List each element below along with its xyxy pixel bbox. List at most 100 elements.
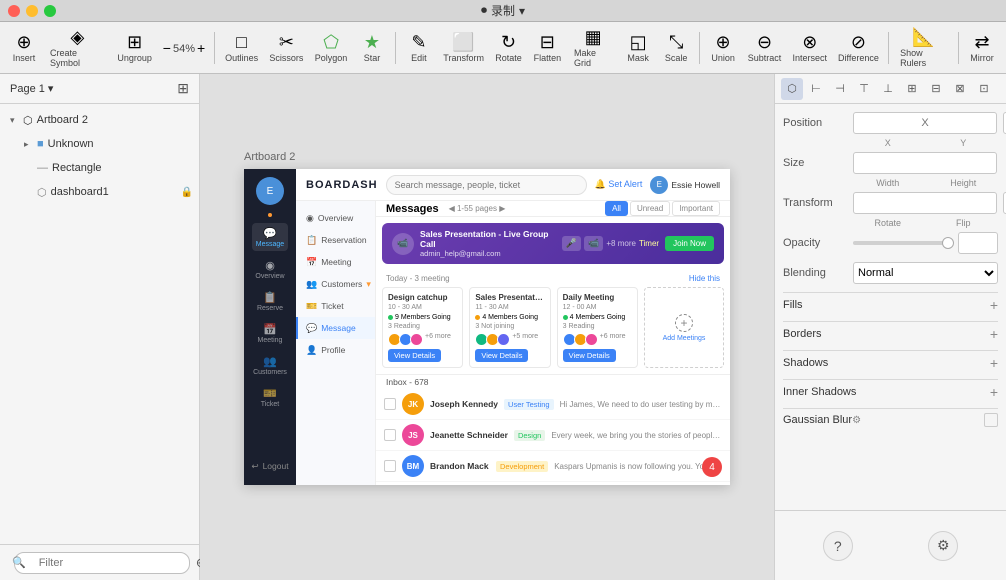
rt-distribute-h-btn[interactable]: ⊥ <box>877 78 899 100</box>
toolbar-flatten[interactable]: ⊟ Flatten <box>529 30 566 66</box>
bs-check-1[interactable] <box>384 429 396 441</box>
rt-align-middle-btn[interactable]: ⊟ <box>925 78 947 100</box>
fills-add-icon[interactable]: + <box>990 297 998 313</box>
toolbar-outlines[interactable]: □ Outlines <box>220 30 262 66</box>
toolbar-star[interactable]: ★ Star <box>354 30 390 66</box>
bs-nav-reservation[interactable]: 📋 Reserve <box>252 287 288 315</box>
gaussian-blur-section[interactable]: Gaussian Blur ⚙ <box>783 408 998 431</box>
bs-alert-btn[interactable]: 🔔 Set Alert <box>595 179 643 190</box>
shadows-add-icon[interactable]: + <box>990 355 998 371</box>
bs-nav-li-message[interactable]: 💬Message <box>296 317 375 339</box>
fullscreen-button[interactable] <box>44 5 56 17</box>
toolbar-insert[interactable]: ⊕ Insert <box>6 30 42 66</box>
toolbar-difference[interactable]: ⊘ Difference <box>834 30 884 66</box>
borders-section[interactable]: Borders + <box>783 321 998 346</box>
canvas[interactable]: Artboard 2 E 💬 Message ◉ Overvie <box>200 74 774 580</box>
bs-inbox-item-1[interactable]: JS Jeanette Schneider Design Every week,… <box>376 420 730 451</box>
rt-align-right-btn[interactable]: ⊤ <box>853 78 875 100</box>
rt-align-center-h-btn[interactable]: ⊣ <box>829 78 851 100</box>
bs-view-btn-2[interactable]: View Details <box>563 349 616 362</box>
bs-nav-li-meeting[interactable]: 📅Meeting <box>296 251 375 273</box>
dropdown-icon[interactable]: ▾ <box>519 4 525 18</box>
toolbar-mask[interactable]: ◱ Mask <box>620 30 656 66</box>
artboard[interactable]: E 💬 Message ◉ Overview 📋 Reserve <box>244 169 730 485</box>
bs-nav-li-ticket[interactable]: 🎫Ticket <box>296 295 375 317</box>
toolbar-intersect[interactable]: ⊗ Intersect <box>788 30 832 66</box>
bs-tab-all[interactable]: All <box>605 201 628 216</box>
bs-nav-customers[interactable]: 👥 Customers <box>252 351 288 379</box>
inner-shadows-add-icon[interactable]: + <box>990 384 998 400</box>
gaussian-blur-checkbox[interactable] <box>984 413 998 427</box>
opacity-thumb[interactable] <box>942 237 954 249</box>
bs-meeting-card-1[interactable]: Sales Presentation 11 - 30 AM 4 Members … <box>469 287 550 368</box>
bs-inbox-item-2[interactable]: BM Brandon Mack Development Kaspars Upma… <box>376 451 730 482</box>
rotate-input[interactable] <box>853 192 997 214</box>
bs-nav-message[interactable]: 💬 Message <box>252 223 288 251</box>
add-page-icon[interactable]: ⊞ <box>177 80 189 97</box>
width-input[interactable] <box>853 152 997 174</box>
bs-tab-important[interactable]: Important <box>672 201 720 216</box>
rt-align-bottom-btn[interactable]: ⊠ <box>949 78 971 100</box>
bs-search-input[interactable] <box>386 175 587 195</box>
toolbar-union[interactable]: ⊕ Union <box>705 30 741 66</box>
bs-view-btn-0[interactable]: View Details <box>388 349 441 362</box>
toolbar-mirror[interactable]: ⇄ Mirror <box>964 30 1000 66</box>
bs-nav-li-overview[interactable]: ◉Overview <box>296 207 375 229</box>
rt-distribute-v-btn[interactable]: ⊡ <box>973 78 995 100</box>
borders-add-icon[interactable]: + <box>990 326 998 342</box>
toolbar-zoom[interactable]: − 54% + <box>158 38 209 58</box>
filter-input[interactable] <box>14 552 190 574</box>
page-title[interactable]: Page 1 ▾ <box>10 82 53 95</box>
bs-meeting-card-2[interactable]: Daily Meeting 12 - 00 AM 4 Members Going… <box>557 287 638 368</box>
toolbar-subtract[interactable]: ⊖ Subtract <box>743 30 786 66</box>
bs-meeting-card-0[interactable]: Design catchup 10 - 30 AM 9 Members Goin… <box>382 287 463 368</box>
page-dropdown-icon[interactable]: ▾ <box>48 82 54 95</box>
gaussian-blur-settings-icon[interactable]: ⚙ <box>852 415 861 426</box>
rt-align-left-btn[interactable]: ⊢ <box>805 78 827 100</box>
bs-fab-button[interactable]: 4 <box>702 457 722 477</box>
close-button[interactable] <box>8 5 20 17</box>
rt-select-btn[interactable]: ⬡ <box>781 78 803 100</box>
toolbar-create-symbol[interactable]: ◈ Create Symbol <box>44 25 111 71</box>
layer-item-unknown[interactable]: ▸ ■ Unknown <box>0 132 199 156</box>
blending-select[interactable]: Normal Multiply Screen Overlay <box>853 262 998 284</box>
opacity-slider[interactable] <box>853 241 952 245</box>
bs-nav-ticket[interactable]: 🎫 Ticket <box>252 383 288 411</box>
bs-inbox-item-3[interactable]: FM Frank Malone Meeting with Jack Hi Jam… <box>376 482 730 485</box>
bs-nav-li-profile[interactable]: 👤Profile <box>296 339 375 361</box>
toolbar-ungroup[interactable]: ⊞ Ungroup <box>113 30 157 66</box>
bs-nav-meeting[interactable]: 📅 Meeting <box>252 319 288 347</box>
inner-shadows-section[interactable]: Inner Shadows + <box>783 379 998 404</box>
toolbar-show-rulers[interactable]: 📐 Show Rulers <box>894 25 953 71</box>
layer-item-dashboard1[interactable]: ▸ ⬡ dashboard1 🔒 <box>0 180 199 204</box>
opacity-value[interactable] <box>958 232 998 254</box>
bs-nav-li-customers[interactable]: 👥Customers ▾ <box>296 273 375 295</box>
layer-item-rectangle[interactable]: ▸ — Rectangle <box>0 156 199 180</box>
bs-tab-unread[interactable]: Unread <box>630 201 670 216</box>
bs-nav-li-reservation[interactable]: 📋Reservation <box>296 229 375 251</box>
toolbar-make-grid[interactable]: ▦ Make Grid <box>568 25 618 71</box>
toolbar-transform[interactable]: ⬜ Transform <box>439 30 488 66</box>
shadows-section[interactable]: Shadows + <box>783 350 998 375</box>
bs-hide-label[interactable]: Hide this <box>689 274 720 283</box>
minimize-button[interactable] <box>26 5 38 17</box>
toolbar-scale[interactable]: ⤡ Scale <box>658 30 694 66</box>
layer-item-artboard2[interactable]: ▾ ⬡ Artboard 2 <box>0 108 199 132</box>
bs-view-btn-1[interactable]: View Details <box>475 349 528 362</box>
toolbar-rotate[interactable]: ↻ Rotate <box>490 30 526 66</box>
bs-nav-overview[interactable]: ◉ Overview <box>252 255 288 283</box>
help-btn[interactable]: ? <box>823 531 853 561</box>
settings-btn[interactable]: ⚙ <box>928 531 958 561</box>
bs-add-meeting[interactable]: + Add Meetings <box>644 287 724 368</box>
rt-align-top-btn[interactable]: ⊞ <box>901 78 923 100</box>
fills-section[interactable]: Fills + <box>783 292 998 317</box>
bs-join-btn[interactable]: Join Now <box>665 236 714 251</box>
x-input[interactable] <box>853 112 997 134</box>
toolbar-edit[interactable]: ✎ Edit <box>401 30 437 66</box>
toolbar-scissors[interactable]: ✂ Scissors <box>265 30 308 66</box>
bs-check-2[interactable] <box>384 460 396 472</box>
bs-check-0[interactable] <box>384 398 396 410</box>
toolbar-polygon[interactable]: ⬠ Polygon <box>310 30 352 66</box>
bs-inbox-item-0[interactable]: JK Joseph Kennedy User Testing Hi James,… <box>376 389 730 420</box>
bs-logout[interactable]: ↩ Logout <box>244 455 297 477</box>
